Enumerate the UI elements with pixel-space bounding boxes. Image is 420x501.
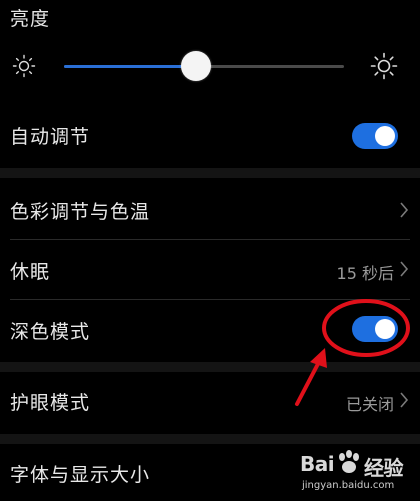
toggle-knob: [375, 126, 395, 146]
eye-comfort-row[interactable]: 护眼模式 已关闭: [0, 372, 420, 430]
auto-adjust-row[interactable]: 自动调节: [0, 108, 420, 164]
brightness-title: 亮度: [10, 8, 51, 30]
chevron-right-icon: [400, 202, 409, 218]
chevron-right-icon: [400, 392, 409, 408]
color-temp-label: 色彩调节与色温: [10, 201, 151, 223]
dark-mode-label: 深色模式: [10, 321, 91, 343]
dark-mode-toggle[interactable]: [352, 316, 398, 342]
baidu-watermark: Bai 经验 jingyan.baidu.com: [300, 450, 418, 500]
dark-mode-row[interactable]: 深色模式: [0, 300, 420, 358]
sleep-value: 15 秒后: [336, 264, 394, 283]
watermark-url: jingyan.baidu.com: [302, 480, 395, 491]
font-size-label: 字体与显示大小: [10, 464, 151, 486]
chevron-right-icon: [400, 261, 409, 277]
section-gap: [0, 168, 420, 178]
watermark-brand: Bai: [300, 452, 335, 476]
sun-large-icon: [370, 52, 398, 80]
color-temp-row[interactable]: 色彩调节与色温: [0, 180, 420, 238]
paw-icon: [339, 450, 359, 473]
auto-adjust-label: 自动调节: [10, 126, 91, 148]
brightness-slider-row: [0, 44, 420, 90]
sun-small-icon: [12, 54, 36, 78]
brightness-slider[interactable]: [64, 51, 344, 81]
sleep-row[interactable]: 休眠 15 秒后: [0, 240, 420, 298]
section-gap: [0, 434, 420, 444]
brightness-slider-thumb[interactable]: [180, 51, 211, 81]
brightness-slider-fill: [64, 65, 196, 68]
eye-comfort-label: 护眼模式: [10, 392, 91, 414]
watermark-brand-suffix: 经验: [364, 456, 404, 480]
sleep-label: 休眠: [10, 261, 51, 283]
auto-adjust-toggle[interactable]: [352, 123, 398, 149]
section-gap: [0, 362, 420, 372]
eye-comfort-value: 已关闭: [345, 395, 394, 414]
toggle-knob: [375, 319, 395, 339]
